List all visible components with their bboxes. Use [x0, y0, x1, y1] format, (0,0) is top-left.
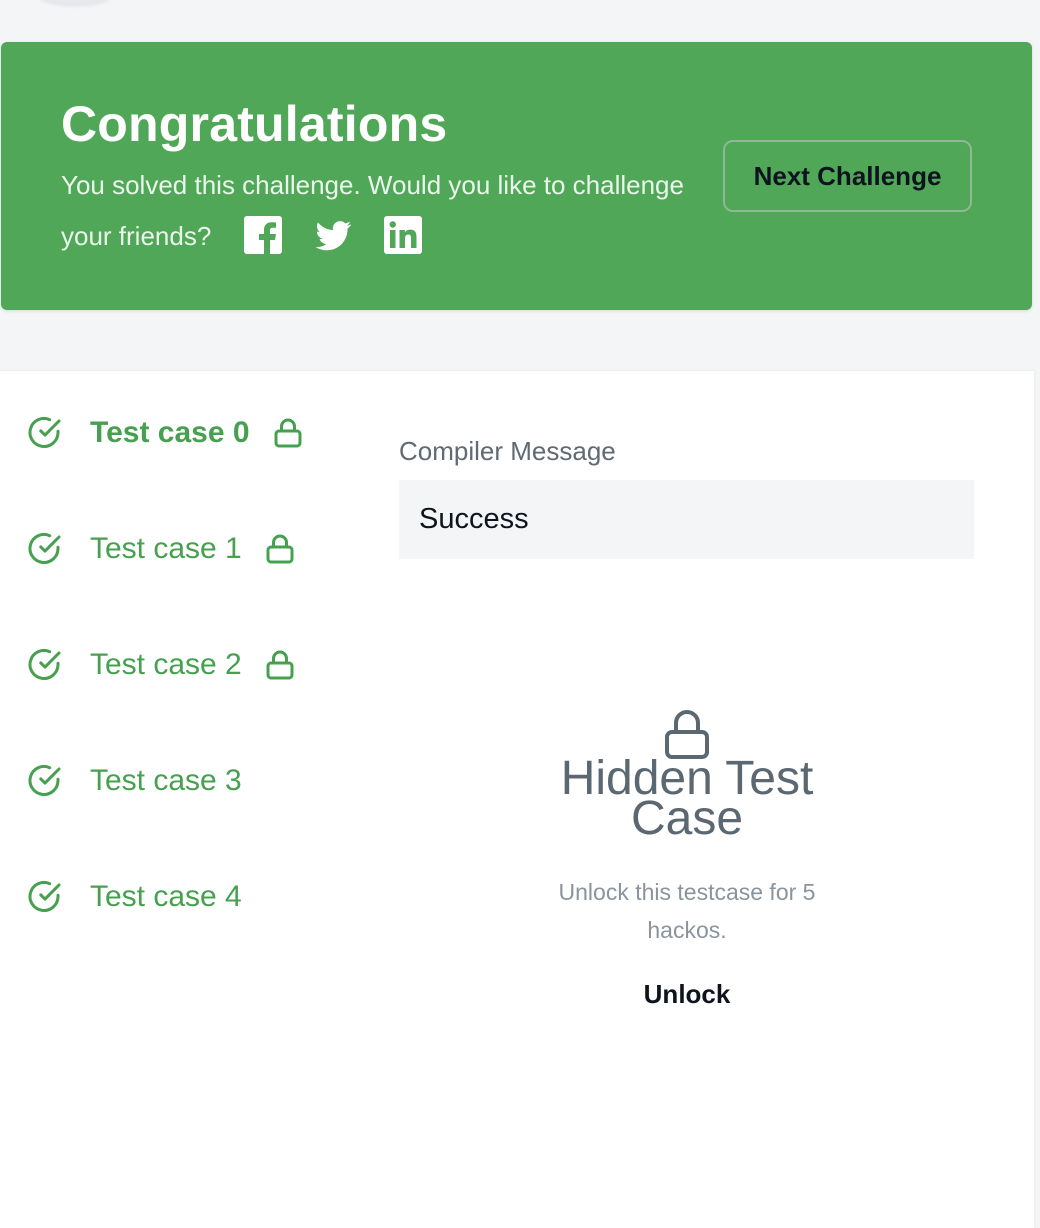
test-case-item-1[interactable]: Test case 1	[28, 529, 296, 569]
hidden-test-case: Hidden Test Case Unlock this testcase fo…	[520, 709, 854, 1010]
test-case-label: Test case 3	[90, 764, 242, 797]
hidden-test-case-title: Hidden Test Case	[560, 752, 814, 845]
test-case-item-4[interactable]: Test case 4	[28, 877, 242, 917]
check-circle-icon	[28, 764, 62, 798]
banner-message: You solved this challenge. Would you lik…	[61, 160, 741, 262]
test-case-label: Test case 2	[90, 648, 242, 681]
test-case-label: Test case 0	[90, 416, 250, 449]
linkedin-icon[interactable]	[383, 215, 423, 255]
top-avatar-shadow	[40, 0, 110, 4]
compiler-message-box: Success	[399, 480, 974, 559]
unlock-button[interactable]: Unlock	[644, 979, 731, 1010]
check-circle-icon	[28, 416, 62, 450]
check-circle-icon	[28, 880, 62, 914]
test-case-item-2[interactable]: Test case 2	[28, 645, 296, 685]
test-results-panel: Test case 0 Test case 1 Test case 2 Test…	[0, 371, 1034, 1228]
lock-icon	[264, 649, 296, 681]
test-case-label: Test case 1	[90, 532, 242, 565]
share-icons	[243, 215, 423, 256]
banner-title: Congratulations	[61, 96, 448, 152]
next-challenge-button[interactable]: Next Challenge	[723, 140, 972, 212]
twitter-icon[interactable]	[313, 215, 353, 255]
test-case-item-3[interactable]: Test case 3	[28, 761, 242, 801]
test-case-label: Test case 4	[90, 880, 242, 913]
check-circle-icon	[28, 532, 62, 566]
hidden-test-case-description: Unlock this testcase for 5 hackos.	[558, 879, 816, 943]
facebook-icon[interactable]	[243, 215, 283, 256]
compiler-message-value: Success	[419, 503, 529, 535]
lock-icon	[272, 417, 304, 449]
lock-icon	[264, 533, 296, 565]
test-case-item-0[interactable]: Test case 0	[28, 413, 304, 453]
check-circle-icon	[28, 648, 62, 682]
compiler-message-label: Compiler Message	[399, 436, 616, 466]
